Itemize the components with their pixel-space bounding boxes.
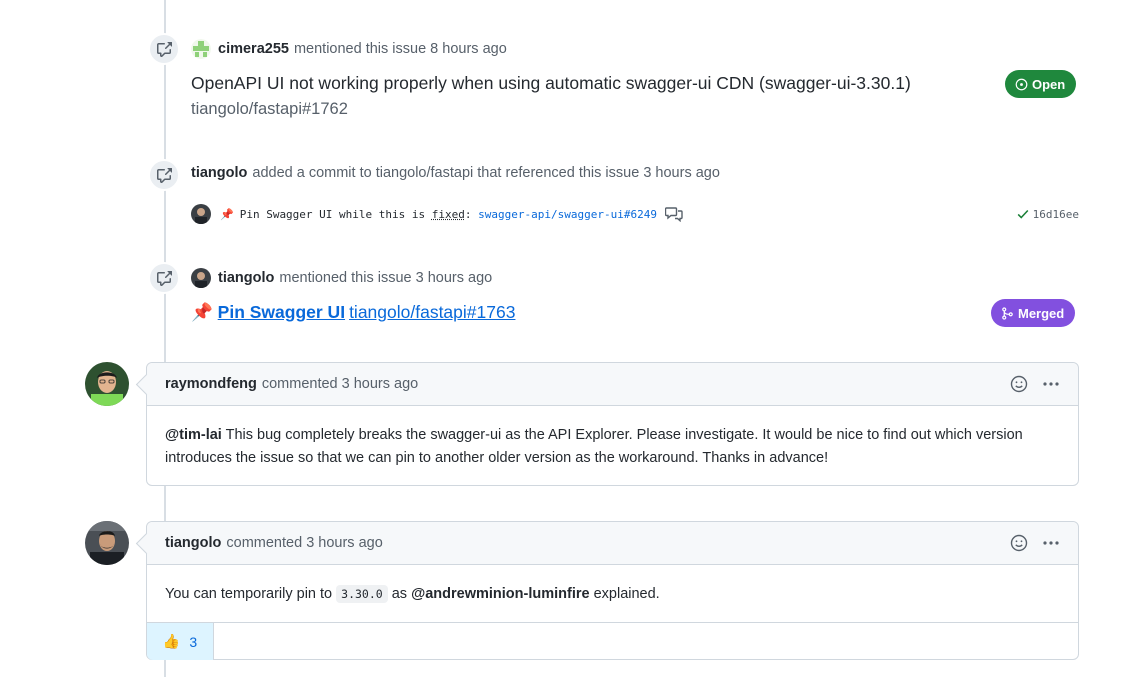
comment: raymondfeng commented 3 hours ago @tim-l…	[146, 362, 1079, 486]
kebab-horizontal-icon[interactable]	[1042, 375, 1060, 393]
commit-sha-text: 16d16ee	[1032, 207, 1079, 221]
cross-reference-badge	[148, 159, 180, 191]
thumbs-up-icon: 👍	[162, 633, 181, 649]
referenced-issue-title[interactable]: OpenAPI UI not working properly when usi…	[191, 73, 911, 94]
commit-message-text: Pin Swagger UI while this is	[239, 207, 432, 221]
comment-author[interactable]: tiangolo	[165, 535, 221, 551]
comment-time[interactable]: 3 hours ago	[306, 535, 383, 551]
comment: tiangolo commented 3 hours ago You can t…	[146, 521, 1079, 660]
cross-reference-badge	[148, 262, 180, 294]
tiangolo-avatar-image	[85, 521, 129, 565]
comment-text: explained.	[589, 586, 660, 602]
git-merge-icon	[1002, 306, 1013, 320]
open-state-badge: Open	[1005, 70, 1077, 98]
event-action: mentioned this issue	[279, 270, 412, 286]
comment-action: commented	[226, 535, 303, 551]
comment-body: @tim-lai This bug completely breaks the …	[147, 406, 1078, 486]
commit-sha[interactable]: 16d16ee	[1016, 207, 1079, 221]
timeline-connector	[164, 660, 166, 677]
comment-discussion-icon[interactable]	[664, 206, 683, 222]
referenced-issue-ref[interactable]: tiangolo/fastapi#1762	[191, 100, 348, 119]
comment-author[interactable]: raymondfeng	[165, 376, 257, 392]
check-icon	[1017, 209, 1029, 219]
merged-state-badge: Merged	[991, 299, 1076, 327]
referenced-pr-title[interactable]: Pin Swagger UI	[218, 302, 345, 322]
referenced-pr-link[interactable]: 📌 Pin Swagger UI tiangolo/fastapi#1763	[191, 302, 515, 323]
event-author[interactable]: cimera255	[218, 41, 289, 57]
referenced-pr-ref[interactable]: tiangolo/fastapi#1763	[349, 302, 515, 322]
pushpin-icon: 📌	[220, 207, 234, 221]
user-avatar[interactable]	[85, 362, 129, 406]
commit-message[interactable]: Pin Swagger UI while this is fixed: swag…	[240, 208, 657, 221]
comment-body: You can temporarily pin to 3.30.0 as @an…	[147, 565, 1078, 622]
cross-reference-badge	[148, 33, 180, 65]
smiley-icon[interactable]	[1010, 375, 1028, 393]
event-time[interactable]: 3 hours ago	[416, 270, 493, 286]
user-avatar[interactable]	[191, 39, 211, 59]
user-mention[interactable]: @tim-lai	[165, 427, 222, 443]
reaction-count: 3	[189, 633, 198, 650]
reactions-bar: 👍 3	[147, 622, 1078, 660]
commit-row: 📌 Pin Swagger UI while this is fixed: sw…	[191, 203, 1079, 225]
comment-text: as	[387, 586, 412, 602]
event-time[interactable]: 8 hours ago	[430, 41, 507, 57]
thumbs-up-reaction-button[interactable]: 👍 3	[147, 623, 214, 660]
event-header: cimera255 mentioned this issue 8 hours a…	[191, 39, 507, 59]
event-author[interactable]: tiangolo	[218, 270, 274, 286]
user-mention[interactable]: @andrewminion-luminfire	[411, 586, 589, 602]
comment-header: tiangolo commented 3 hours ago	[147, 522, 1078, 565]
event-action: added a commit to tiangolo/fastapi that …	[252, 165, 640, 181]
comment-actions	[1010, 375, 1060, 393]
comment-time[interactable]: 3 hours ago	[342, 376, 419, 392]
comment-header: raymondfeng commented 3 hours ago	[147, 363, 1078, 406]
cross-reference-icon	[157, 168, 172, 183]
event-header: tiangolo mentioned this issue 3 hours ag…	[191, 268, 492, 288]
commit-keyword-fixed[interactable]: fixed	[432, 208, 465, 221]
user-avatar[interactable]	[85, 521, 129, 565]
commit-message-colon: :	[464, 207, 479, 221]
cross-reference-icon	[157, 271, 172, 286]
comment-text: This bug completely breaks the swagger-u…	[165, 427, 1023, 466]
event-header: tiangolo added a commit to tiangolo/fast…	[191, 165, 720, 181]
cross-reference-icon	[157, 42, 172, 57]
comment-actions	[1010, 534, 1060, 552]
inline-code: 3.30.0	[336, 585, 388, 603]
state-label: Merged	[1018, 305, 1065, 321]
event-author[interactable]: tiangolo	[191, 165, 247, 181]
event-action: mentioned this issue	[293, 41, 427, 57]
raymondfeng-avatar-image	[85, 362, 129, 406]
user-avatar[interactable]	[191, 268, 211, 288]
timeline-connector	[164, 486, 166, 522]
issue-opened-icon	[1015, 78, 1028, 90]
kebab-horizontal-icon[interactable]	[1042, 534, 1060, 552]
commit-issue-link[interactable]: swagger-api/swagger-ui#6249	[478, 208, 657, 221]
event-time[interactable]: 3 hours ago	[643, 165, 720, 181]
comment-action: commented	[261, 376, 338, 392]
state-label: Open	[1032, 76, 1066, 92]
comment-text: You can temporarily pin to	[165, 586, 337, 602]
pushpin-icon: 📌	[191, 302, 213, 322]
smiley-icon[interactable]	[1010, 534, 1028, 552]
user-avatar[interactable]	[191, 204, 211, 224]
